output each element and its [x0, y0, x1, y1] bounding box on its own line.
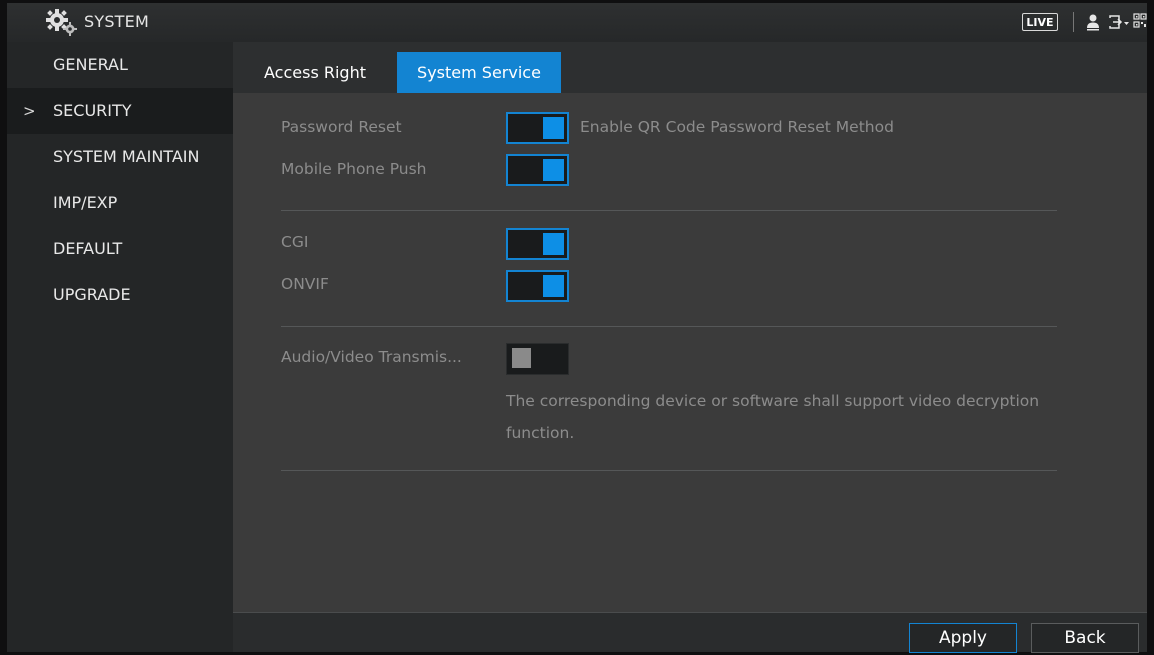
password-reset-toggle[interactable]: [506, 112, 569, 144]
sidebar-item-imp-exp[interactable]: IMP/EXP: [7, 180, 233, 226]
title-bar: SYSTEM LIVE: [7, 3, 1147, 42]
page-title: SYSTEM: [84, 12, 149, 31]
sidebar-item-default[interactable]: DEFAULT: [7, 226, 233, 272]
tab-bar: Access Right System Service: [233, 42, 1147, 93]
system-window: SYSTEM LIVE GENERAL > SECURITY SYSTEM MA…: [7, 3, 1147, 653]
av-transmission-label: Audio/Video Transmis...: [281, 348, 462, 366]
sidebar-item-label: UPGRADE: [53, 285, 131, 304]
section-divider: [281, 326, 1057, 327]
tab-access-right[interactable]: Access Right: [248, 52, 382, 93]
password-reset-label: Password Reset: [281, 118, 402, 136]
note-line: The corresponding device or software sha…: [506, 392, 1040, 410]
sidebar-item-label: SECURITY: [53, 101, 132, 120]
toggle-knob: [512, 348, 531, 368]
back-button[interactable]: Back: [1031, 623, 1139, 653]
logout-icon[interactable]: [1108, 12, 1130, 36]
password-reset-description: Enable QR Code Password Reset Method: [580, 118, 894, 136]
cgi-toggle[interactable]: [506, 228, 569, 260]
section-divider: [281, 470, 1057, 471]
apply-button[interactable]: Apply: [909, 623, 1017, 653]
sidebar-item-label: IMP/EXP: [53, 193, 118, 212]
cgi-label: CGI: [281, 233, 309, 251]
sidebar-item-label: GENERAL: [53, 55, 128, 74]
gears-icon: [45, 8, 79, 40]
live-button[interactable]: LIVE: [1022, 13, 1058, 31]
mobile-phone-push-toggle[interactable]: [506, 154, 569, 186]
sidebar-item-security[interactable]: > SECURITY: [7, 88, 233, 134]
toggle-knob: [543, 117, 564, 139]
footer-bar: Apply Back: [233, 612, 1147, 653]
qr-code-icon[interactable]: [1133, 12, 1147, 34]
av-transmission-note: The corresponding device or software sha…: [506, 385, 1126, 449]
system-service-panel: Password Reset Enable QR Code Password R…: [233, 93, 1147, 612]
section-divider: [281, 210, 1057, 211]
sidebar: GENERAL > SECURITY SYSTEM MAINTAIN IMP/E…: [7, 42, 233, 652]
note-line: function.: [506, 424, 575, 442]
tab-system-service[interactable]: System Service: [397, 52, 561, 93]
sidebar-item-upgrade[interactable]: UPGRADE: [7, 272, 233, 318]
sidebar-item-system-maintain[interactable]: SYSTEM MAINTAIN: [7, 134, 233, 180]
titlebar-divider: [1073, 12, 1074, 32]
sidebar-item-label: SYSTEM MAINTAIN: [53, 147, 200, 166]
toggle-knob: [543, 233, 564, 255]
toggle-knob: [543, 159, 564, 181]
sidebar-item-label: DEFAULT: [53, 239, 123, 258]
av-transmission-toggle[interactable]: [506, 343, 569, 375]
chevron-right-icon: >: [23, 102, 36, 120]
toggle-knob: [543, 275, 564, 297]
onvif-toggle[interactable]: [506, 270, 569, 302]
mobile-phone-push-label: Mobile Phone Push: [281, 160, 427, 178]
user-icon[interactable]: [1086, 12, 1100, 36]
sidebar-item-general[interactable]: GENERAL: [7, 42, 233, 88]
onvif-label: ONVIF: [281, 275, 329, 293]
